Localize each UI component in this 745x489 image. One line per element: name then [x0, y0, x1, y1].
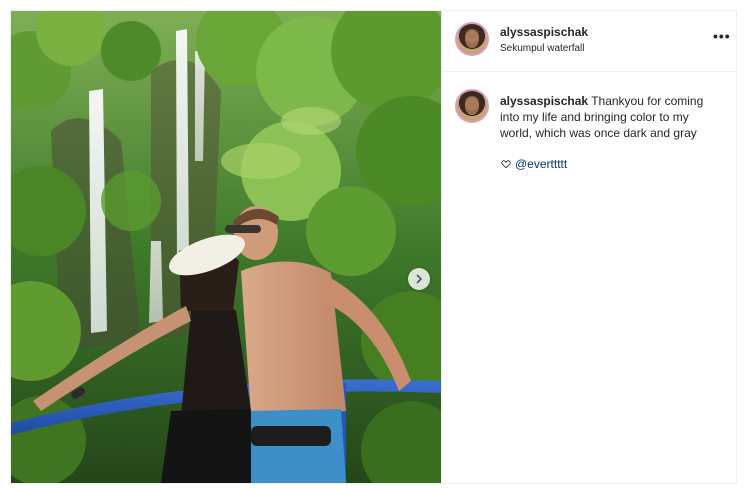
- heart-icon[interactable]: [501, 159, 511, 169]
- post-photo[interactable]: [11, 11, 441, 483]
- mention-link[interactable]: @everttttt: [515, 157, 567, 171]
- waterfall-couple-image: [11, 11, 441, 483]
- chevron-right-icon: [416, 274, 423, 284]
- caption-avatar[interactable]: [455, 89, 489, 123]
- avatar[interactable]: [455, 22, 489, 56]
- next-photo-button[interactable]: [408, 268, 430, 290]
- location-link[interactable]: Sekumpul waterfall: [500, 43, 584, 54]
- post-caption: alyssaspischak Thankyou for coming into …: [500, 93, 722, 141]
- post-side-panel: alyssaspischak Sekumpul waterfall ••• al…: [441, 11, 737, 483]
- post-header: alyssaspischak Sekumpul waterfall •••: [442, 11, 737, 72]
- caption-username[interactable]: alyssaspischak: [500, 94, 588, 108]
- instagram-post: alyssaspischak Sekumpul waterfall ••• al…: [10, 10, 737, 484]
- more-options-icon[interactable]: •••: [713, 28, 731, 44]
- username-link[interactable]: alyssaspischak: [500, 25, 588, 39]
- caption-meta-row: @everttttt: [501, 157, 567, 171]
